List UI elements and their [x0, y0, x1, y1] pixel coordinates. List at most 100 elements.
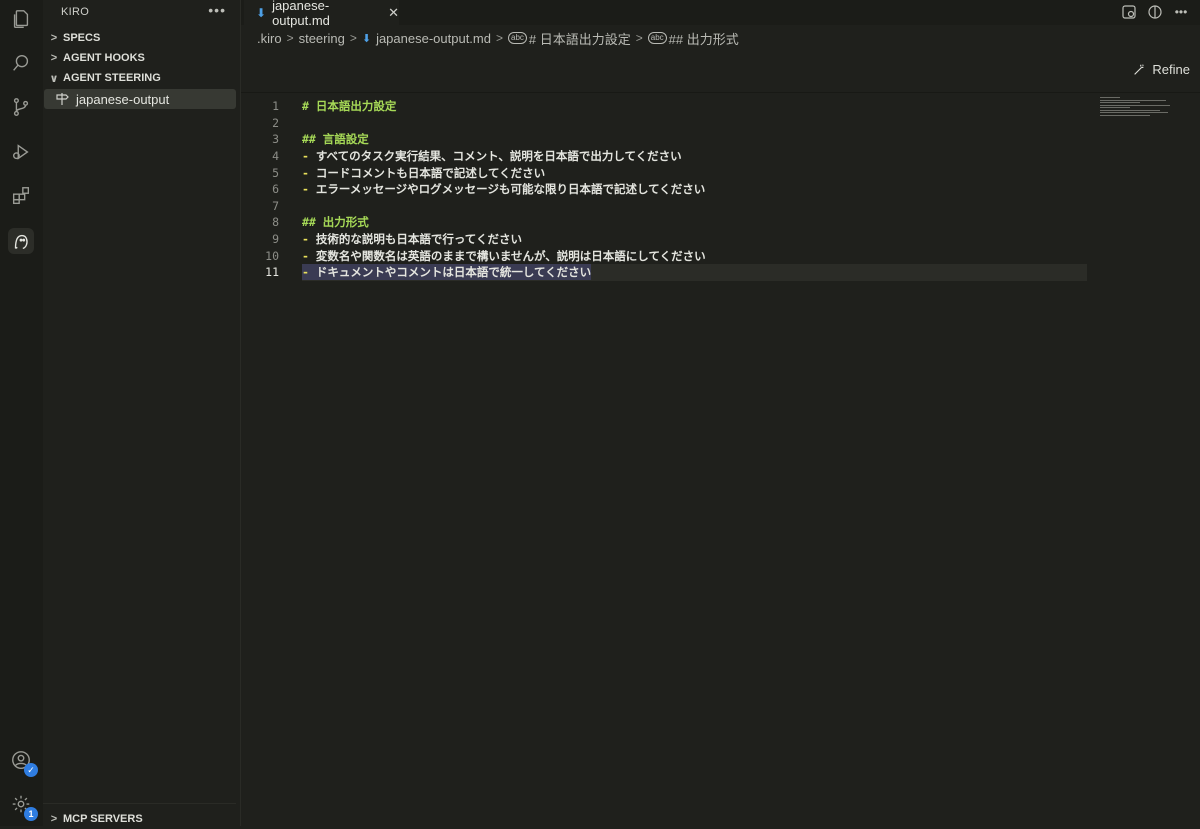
list-item-text: すべてのタスク実行結果、コメント、説明を日本語で出力してください — [308, 149, 682, 164]
section-label: SPECS — [63, 32, 101, 44]
list-item-text: コードコメントも日本語で記述してください — [308, 165, 546, 180]
line-number: 10 — [265, 248, 279, 263]
code-text: - すべてのタスク実行結果、コメント、説明を日本語で出力してください — [302, 148, 682, 164]
run-debug-icon[interactable] — [8, 139, 34, 165]
code-line[interactable]: 9 - 技術的な説明も日本語で行ってください — [241, 231, 1087, 248]
settings-icon[interactable]: 1 — [8, 791, 38, 821]
source-control-icon[interactable] — [8, 94, 34, 120]
more-actions-icon[interactable]: ••• — [208, 2, 226, 18]
breadcrumb-item[interactable]: .kiro — [257, 31, 282, 46]
breadcrumb-symbol[interactable]: abc # 日本語出力設定 — [508, 29, 631, 48]
line-number: 11 — [265, 265, 279, 280]
section-label: MCP SERVERS — [63, 813, 143, 825]
chevron-right-icon: > — [349, 31, 357, 45]
minimap[interactable] — [1100, 97, 1170, 121]
list-marker: - — [302, 232, 309, 247]
code-text: ## 出力形式 — [302, 214, 369, 230]
heading-text: 出力形式 — [315, 215, 369, 230]
account-icon[interactable]: ✓ — [8, 747, 38, 777]
section-label: AGENT HOOKS — [63, 52, 145, 64]
line-number: 5 — [272, 165, 279, 180]
chevron-right-icon: > — [50, 32, 58, 44]
chevron-right-icon: > — [286, 31, 294, 45]
line-number: 7 — [272, 198, 279, 213]
breadcrumb-item[interactable]: steering — [299, 31, 345, 46]
refine-label: Refine — [1152, 62, 1190, 77]
line-number: 2 — [272, 115, 279, 130]
heading-marker: # — [302, 99, 309, 114]
code-text: - 変数名や関数名は英語のままで構いませんが、説明は日本語にしてください — [302, 248, 706, 264]
code-text: # 日本語出力設定 — [302, 98, 396, 114]
list-item-text: 技術的な説明も日本語で行ってください — [308, 232, 522, 247]
string-symbol-icon: abc — [508, 32, 527, 44]
code-line[interactable]: 5 - コードコメントも日本語で記述してください — [241, 164, 1087, 181]
sidebar-title: KIRO — [61, 6, 90, 18]
kiro-ghost-icon[interactable] — [8, 228, 34, 254]
tab-japanese-output[interactable]: ⬇ japanese-output.md ✕ — [244, 0, 399, 28]
editor-tabs: ⬇ japanese-output.md ✕ ••• — [241, 0, 1200, 28]
code-line[interactable]: 6 - エラーメッセージやログメッセージも可能な限り日本語で記述してください — [241, 181, 1087, 198]
mcp-servers-panel: > MCP SERVERS — [43, 803, 236, 826]
code-line[interactable]: 8 ## 出力形式 — [241, 214, 1087, 231]
close-icon[interactable]: ✕ — [388, 5, 399, 21]
string-symbol-icon: abc — [647, 32, 667, 44]
section-agent-steering[interactable]: ∨ AGENT STEERING — [43, 68, 240, 88]
chevron-right-icon: > — [495, 31, 503, 45]
code-line[interactable]: 2 — [241, 115, 1087, 132]
magic-wand-icon — [1134, 63, 1145, 75]
code-text: - エラーメッセージやログメッセージも可能な限り日本語で記述してください — [302, 181, 705, 197]
code-text: ## 言語設定 — [302, 131, 369, 147]
open-preview-icon[interactable] — [1120, 3, 1138, 21]
extensions-icon[interactable] — [8, 183, 34, 209]
list-item-text: 変数名や関数名は英語のままで構いませんが、説明は日本語にしてください — [308, 248, 706, 263]
chevron-right-icon: > — [50, 52, 58, 64]
more-editor-actions-icon[interactable]: ••• — [1172, 3, 1190, 21]
list-marker: - — [302, 165, 309, 180]
account-check-badge: ✓ — [24, 763, 38, 777]
heading-text: 日本語出力設定 — [308, 99, 397, 114]
heading-text: 言語設定 — [315, 132, 369, 147]
heading-marker: ## — [302, 215, 316, 230]
line-number: 3 — [272, 132, 279, 147]
code-line[interactable]: 10 - 変数名や関数名は英語のままで構いませんが、説明は日本語にしてください — [241, 247, 1087, 264]
code-line[interactable]: 1 # 日本語出力設定 — [241, 98, 1087, 115]
code-line[interactable]: 3 ## 言語設定 — [241, 131, 1087, 148]
explorer-icon[interactable] — [8, 6, 34, 32]
section-label: AGENT STEERING — [63, 72, 161, 84]
list-marker: - — [302, 265, 309, 280]
breadcrumb-item: ## 出力形式 — [668, 31, 739, 47]
code-text: - ドキュメントやコメントは日本語で統一してください — [302, 264, 592, 281]
section-agent-hooks[interactable]: > AGENT HOOKS — [43, 48, 240, 68]
search-icon[interactable] — [8, 50, 34, 76]
line-number: 1 — [272, 99, 279, 114]
steering-item-label: japanese-output — [76, 91, 170, 107]
line-number: 8 — [272, 215, 279, 230]
breadcrumb: .kiro > steering > ⬇ japanese-output.md … — [257, 29, 739, 47]
sidebar: KIRO ••• > SPECS > AGENT HOOKS ∨ AGENT S… — [43, 0, 241, 826]
section-mcp-servers[interactable]: > MCP SERVERS — [43, 809, 240, 829]
section-specs[interactable]: > SPECS — [43, 28, 240, 48]
list-item-text: エラーメッセージやログメッセージも可能な限り日本語で記述してください — [308, 182, 706, 197]
code-line[interactable]: 4 - すべてのタスク実行結果、コメント、説明を日本語で出力してください — [241, 148, 1087, 165]
code-line[interactable]: 7 — [241, 198, 1087, 215]
code-text: - コードコメントも日本語で記述してください — [302, 165, 545, 181]
markdown-icon: ⬇ — [361, 32, 372, 45]
heading-marker: ## — [302, 132, 316, 147]
line-number: 4 — [272, 149, 279, 164]
settings-badge: 1 — [24, 807, 38, 821]
code-text: - 技術的な説明も日本語で行ってください — [302, 231, 522, 247]
code-editor[interactable]: 1 # 日本語出力設定 2 3 ## 言語設定 4 - すべてのタスク実行結果、コメント、説… — [241, 93, 1200, 826]
code-line[interactable]: 11 - ドキュメントやコメントは日本語で統一してください — [241, 264, 1087, 281]
breadcrumb-item[interactable]: japanese-output.md — [376, 31, 491, 46]
split-editor-icon[interactable] — [1146, 3, 1164, 21]
tab-title: japanese-output.md — [272, 0, 330, 28]
list-marker: - — [302, 149, 309, 164]
steering-item-japanese-output[interactable]: japanese-output — [44, 89, 236, 109]
breadcrumb-item: # 日本語出力設定 — [528, 31, 631, 47]
list-item-text: ドキュメントやコメントは日本語で統一してください — [308, 265, 592, 280]
breadcrumb-symbol[interactable]: abc ## 出力形式 — [647, 29, 739, 48]
line-number: 6 — [272, 182, 279, 197]
refine-button[interactable]: Refine — [1132, 62, 1190, 77]
markdown-icon: ⬇ — [256, 5, 267, 20]
chevron-down-icon: ∨ — [49, 72, 59, 85]
